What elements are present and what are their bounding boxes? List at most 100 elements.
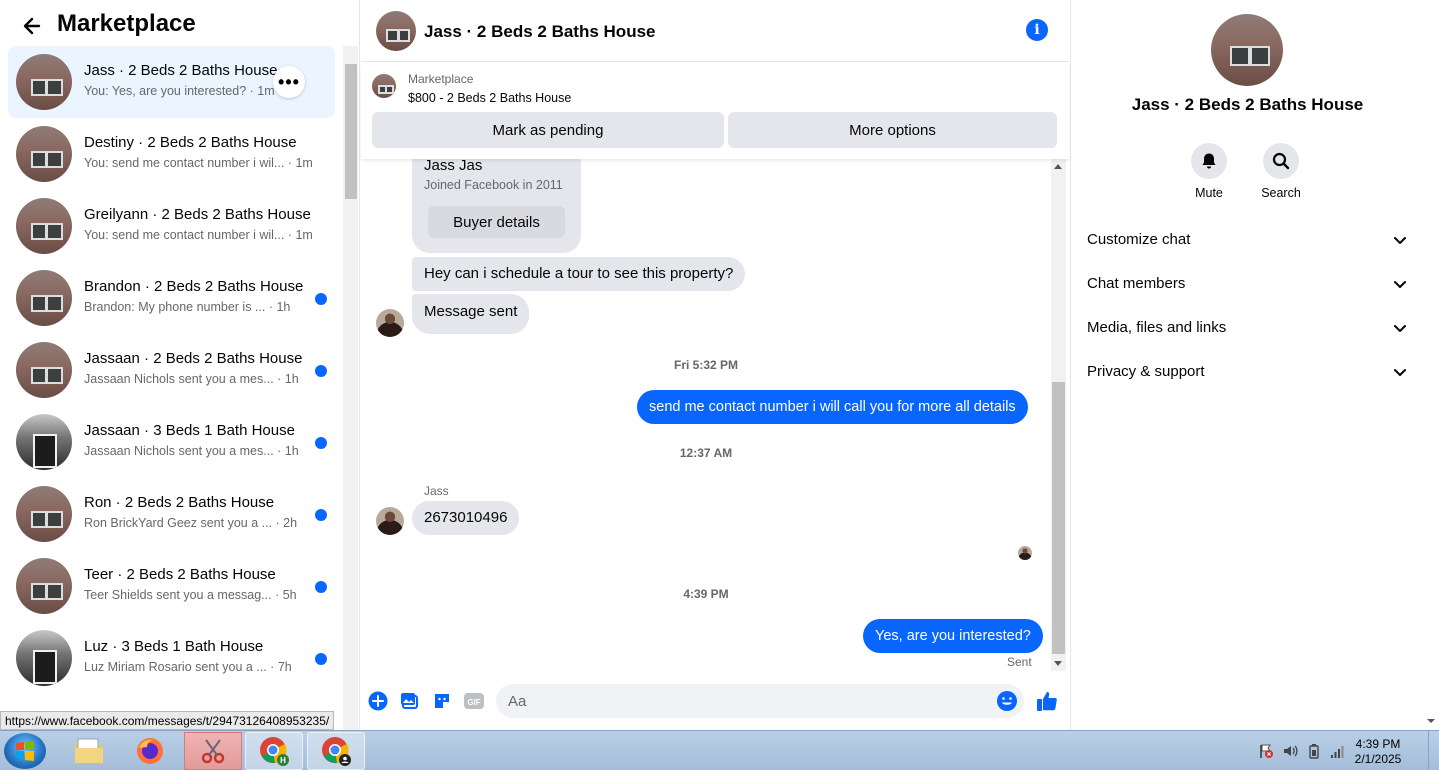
conversation-avatar[interactable] bbox=[16, 558, 72, 614]
conversation-item[interactable]: Brandon · 2 Beds 2 Baths House Brandon: M… bbox=[8, 262, 335, 334]
message-timestamp: Fri 5:32 PM bbox=[673, 358, 739, 372]
search-button[interactable]: Search bbox=[1251, 143, 1311, 200]
chat-avatar[interactable] bbox=[376, 11, 416, 51]
link-status-url: https://www.facebook.com/messages/t/2947… bbox=[0, 711, 335, 730]
conversation-item[interactable]: Luz · 3 Beds 1 Bath House Luz Miriam Rosa… bbox=[8, 622, 335, 694]
gif-button[interactable]: GIF bbox=[463, 690, 485, 712]
sticker-icon bbox=[435, 694, 449, 708]
conversation-snippet: Ron BrickYard Geez sent you a ... · 2h bbox=[84, 516, 298, 530]
section-media-files-links[interactable]: Media, files and links bbox=[1079, 306, 1416, 350]
message-timestamp: 12:37 AM bbox=[679, 446, 733, 460]
section-privacy-support[interactable]: Privacy & support bbox=[1079, 350, 1416, 394]
conversation-item[interactable]: Jass · 2 Beds 2 Baths House You: Yes, are… bbox=[8, 46, 335, 118]
clock-time: 4:39 PM bbox=[1355, 737, 1401, 751]
unread-indicator bbox=[315, 365, 327, 377]
chevron-down-icon bbox=[1394, 281, 1406, 288]
volume-icon[interactable] bbox=[1282, 743, 1298, 759]
listing-thumbnail[interactable] bbox=[372, 74, 396, 98]
taskbar-file-explorer[interactable] bbox=[60, 732, 118, 770]
mark-as-pending-button[interactable]: Mark as pending bbox=[372, 112, 724, 148]
start-button[interactable] bbox=[4, 733, 46, 769]
conversation-avatar[interactable] bbox=[16, 54, 72, 110]
chat-title[interactable]: Jass · 2 Beds 2 Baths House bbox=[424, 22, 655, 42]
buyer-details-button[interactable]: Buyer details bbox=[428, 206, 565, 238]
back-button[interactable] bbox=[16, 10, 48, 42]
scroll-up-icon[interactable] bbox=[1054, 164, 1062, 169]
message-bubble-outgoing[interactable]: Yes, are you interested? bbox=[863, 619, 1043, 653]
seen-indicator-avatar bbox=[1018, 546, 1032, 560]
taskbar-snipping-tool[interactable] bbox=[184, 732, 242, 770]
conversation-sidebar: Marketplace Jass · 2 Beds 2 Baths House Y… bbox=[0, 0, 360, 730]
section-chat-members[interactable]: Chat members bbox=[1079, 262, 1416, 306]
message-bubble-incoming[interactable]: 2673010496 bbox=[412, 501, 520, 535]
sender-avatar[interactable] bbox=[376, 309, 404, 337]
profile-title: Jass · 2 Beds 2 Baths House bbox=[1131, 95, 1364, 114]
message-input[interactable] bbox=[496, 684, 1024, 718]
page-scrollbar[interactable] bbox=[1423, 0, 1439, 730]
sender-avatar[interactable] bbox=[376, 507, 404, 535]
attach-photo-button[interactable] bbox=[399, 690, 421, 712]
conversation-item[interactable]: Jassaan · 2 Beds 2 Baths House Jassaan Ni… bbox=[8, 334, 335, 406]
conversation-item[interactable]: Ron · 2 Beds 2 Baths House Ron BrickYard … bbox=[8, 478, 335, 550]
conversation-avatar[interactable] bbox=[16, 486, 72, 542]
section-customize-chat[interactable]: Customize chat bbox=[1079, 218, 1416, 262]
listing-price[interactable]: $800 - 2 Beds 2 Baths House bbox=[408, 91, 571, 105]
send-like-button[interactable] bbox=[1036, 690, 1058, 712]
taskbar-firefox[interactable] bbox=[121, 732, 179, 770]
thread-scrollbar[interactable] bbox=[1051, 159, 1066, 671]
windows-logo-icon bbox=[16, 741, 34, 761]
conversation-item[interactable]: Destiny · 2 Beds 2 Baths House You: send … bbox=[8, 118, 335, 190]
conversation-snippet: You: Yes, are you interested? · 1m bbox=[84, 84, 275, 98]
conversation-avatar[interactable] bbox=[16, 198, 72, 254]
conversation-avatar[interactable] bbox=[16, 126, 72, 182]
profile-avatar[interactable] bbox=[1211, 14, 1283, 86]
taskbar-chrome-profile-2[interactable] bbox=[307, 732, 365, 770]
conversation-menu-button[interactable]: ••• bbox=[273, 66, 305, 98]
sticker-button[interactable] bbox=[431, 690, 453, 712]
conversation-avatar[interactable] bbox=[16, 414, 72, 470]
smiley-icon bbox=[997, 691, 1017, 711]
mute-label: Mute bbox=[1195, 186, 1223, 200]
sidebar-title: Marketplace bbox=[57, 10, 196, 37]
message-bubble-incoming[interactable]: Hey can i schedule a tour to see this pr… bbox=[412, 257, 746, 291]
chat-panel: Jass · 2 Beds 2 Baths House i Marketplac… bbox=[361, 0, 1069, 730]
chrome-icon bbox=[322, 737, 351, 766]
message-composer: GIF bbox=[361, 671, 1069, 730]
conversation-item[interactable]: Jassaan · 3 Beds 1 Bath House Jassaan Nic… bbox=[8, 406, 335, 478]
battery-icon[interactable] bbox=[1306, 743, 1322, 759]
sidebar-scrollbar[interactable] bbox=[343, 46, 358, 730]
thread-scrollbar-thumb[interactable] bbox=[1052, 382, 1065, 654]
chrome-icon: H bbox=[260, 737, 289, 766]
info-button[interactable]: i bbox=[1026, 19, 1048, 41]
more-actions-button[interactable] bbox=[367, 690, 389, 712]
sidebar-scrollbar-thumb[interactable] bbox=[345, 64, 357, 199]
conversation-item[interactable]: Teer · 2 Beds 2 Baths House Teer Shields … bbox=[8, 550, 335, 622]
message-bubble-outgoing[interactable]: send me contact number i will call you f… bbox=[637, 390, 1028, 424]
conversation-avatar[interactable] bbox=[16, 270, 72, 326]
scroll-down-icon[interactable] bbox=[1423, 716, 1439, 726]
action-center-flag-icon[interactable] bbox=[1258, 743, 1274, 759]
emoji-button[interactable] bbox=[996, 690, 1018, 712]
message-bubble-incoming[interactable]: Message sent bbox=[412, 294, 530, 334]
photo-icon bbox=[401, 693, 418, 709]
listing-banner: Marketplace $800 - 2 Beds 2 Baths House … bbox=[361, 63, 1069, 159]
gif-icon: GIF bbox=[464, 693, 484, 709]
unread-indicator bbox=[315, 653, 327, 665]
conversation-name: Teer · 2 Beds 2 Baths House bbox=[84, 566, 276, 583]
conversation-item[interactable]: Greilyann · 2 Beds 2 Baths House You: sen… bbox=[8, 190, 335, 262]
section-label: Chat members bbox=[1087, 275, 1186, 292]
conversation-avatar[interactable] bbox=[16, 630, 72, 686]
scroll-down-icon[interactable] bbox=[1054, 661, 1062, 666]
mute-button[interactable]: Mute bbox=[1179, 143, 1239, 200]
taskbar-clock[interactable]: 4:39 PM 2/1/2025 bbox=[1340, 737, 1416, 767]
conversation-name: Jassaan · 2 Beds 2 Baths House bbox=[84, 350, 303, 367]
buyer-card: Jass Jas Joined Facebook in 2011 Buyer d… bbox=[412, 159, 581, 253]
search-icon bbox=[1272, 152, 1290, 170]
chat-info-panel: Jass · 2 Beds 2 Baths House Mute Search … bbox=[1070, 0, 1423, 730]
show-desktop-button[interactable] bbox=[1428, 731, 1439, 770]
buyer-joined: Joined Facebook in 2011 bbox=[424, 178, 563, 192]
more-options-button[interactable]: More options bbox=[728, 112, 1057, 148]
taskbar-chrome-profile-h[interactable]: H bbox=[245, 732, 303, 770]
section-label: Media, files and links bbox=[1087, 319, 1227, 336]
conversation-avatar[interactable] bbox=[16, 342, 72, 398]
